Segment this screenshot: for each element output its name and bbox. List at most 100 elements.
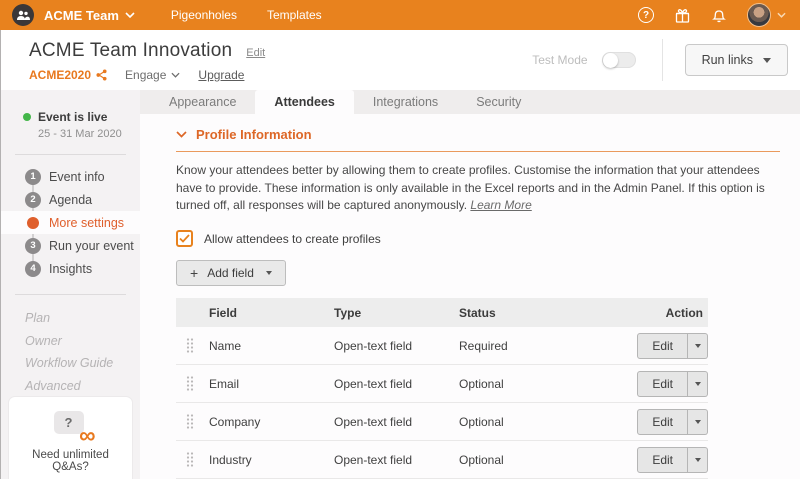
sidebar-item-advanced[interactable]: Advanced bbox=[25, 375, 140, 398]
event-status-label: Event is live bbox=[38, 110, 108, 124]
event-stepper: 1 Event info 2 Agenda More settings 3 Ru… bbox=[1, 165, 140, 280]
sidebar-item-workflow-guide[interactable]: Workflow Guide bbox=[25, 352, 140, 375]
sidebar-item-plan[interactable]: Plan bbox=[25, 307, 140, 330]
tab-security[interactable]: Security bbox=[457, 90, 540, 114]
team-name[interactable]: ACME Team bbox=[44, 8, 119, 23]
step-number: 2 bbox=[25, 191, 41, 208]
event-header: ACME Team Innovation Edit ACME2020 Engag… bbox=[0, 30, 800, 90]
tab-attendees[interactable]: Attendees bbox=[255, 90, 354, 115]
profile-information-section-header[interactable]: Profile Information bbox=[176, 127, 780, 153]
edit-split-button: Edit bbox=[637, 446, 708, 473]
tab-appearance[interactable]: Appearance bbox=[150, 90, 255, 114]
column-header-action: Action bbox=[665, 305, 703, 320]
share-icon[interactable] bbox=[96, 69, 107, 81]
field-name: Email bbox=[209, 376, 240, 391]
engage-dropdown[interactable]: Engage bbox=[125, 68, 180, 82]
promo-label: Need unlimited Q&As? bbox=[32, 449, 109, 473]
infinity-icon: ∞ bbox=[79, 422, 96, 448]
test-mode-toggle[interactable] bbox=[601, 52, 636, 68]
edit-button[interactable]: Edit bbox=[637, 370, 688, 397]
edit-button[interactable]: Edit bbox=[637, 332, 688, 359]
step-label: Agenda bbox=[49, 192, 93, 207]
tab-content: Profile Information Know your attendees … bbox=[140, 114, 800, 479]
sidebar-item-run-your-event[interactable]: 3 Run your event bbox=[1, 234, 140, 257]
column-header-field: Field bbox=[209, 305, 238, 320]
sidebar: Event is live 25 - 31 Mar 2020 1 Event i… bbox=[0, 90, 140, 479]
upgrade-link[interactable]: Upgrade bbox=[198, 68, 244, 82]
add-field-caret-icon bbox=[265, 271, 272, 275]
step-label: More settings bbox=[49, 215, 125, 230]
settings-tabs: Appearance Attendees Integrations Securi… bbox=[140, 90, 800, 115]
edit-button[interactable]: Edit bbox=[637, 408, 688, 435]
checkmark-icon bbox=[179, 234, 190, 243]
user-menu[interactable] bbox=[747, 3, 786, 27]
gift-icon[interactable] bbox=[674, 7, 691, 24]
step-number: 1 bbox=[25, 168, 41, 185]
header-divider bbox=[661, 39, 663, 81]
bell-icon[interactable] bbox=[711, 7, 727, 24]
top-nav: Pigeonholes Templates bbox=[171, 8, 322, 22]
step-active-dot bbox=[27, 216, 39, 229]
field-status: Required bbox=[459, 338, 508, 353]
allow-profiles-checkbox[interactable] bbox=[176, 230, 193, 247]
live-status-dot bbox=[23, 113, 31, 121]
field-name: Industry bbox=[209, 452, 252, 467]
run-links-label: Run links bbox=[701, 53, 753, 67]
run-links-button[interactable]: Run links bbox=[684, 44, 788, 76]
engage-chevron-down-icon bbox=[171, 72, 180, 78]
help-icon[interactable]: ? bbox=[638, 7, 654, 23]
sidebar-divider bbox=[15, 154, 126, 155]
test-mode-label: Test Mode bbox=[532, 53, 588, 67]
sidebar-item-event-info[interactable]: 1 Event info bbox=[1, 165, 140, 188]
edit-caret-icon bbox=[694, 457, 701, 462]
event-code[interactable]: ACME2020 bbox=[29, 68, 107, 82]
section-title: Profile Information bbox=[196, 127, 312, 143]
team-avatar-icon[interactable] bbox=[12, 4, 34, 26]
table-row: Email Open-text field Optional Edit bbox=[176, 365, 708, 403]
edit-dropdown-button[interactable] bbox=[688, 332, 708, 359]
add-field-button[interactable]: + Add field bbox=[176, 260, 286, 286]
engage-label: Engage bbox=[125, 68, 167, 82]
sidebar-item-owner[interactable]: Owner bbox=[25, 330, 140, 353]
plus-icon: + bbox=[190, 265, 199, 281]
edit-caret-icon bbox=[694, 419, 701, 424]
team-chevron-down-icon[interactable] bbox=[125, 12, 135, 18]
table-header: Field Type Status Action bbox=[176, 298, 708, 327]
edit-dropdown-button[interactable] bbox=[688, 370, 708, 397]
edit-dropdown-button[interactable] bbox=[688, 446, 708, 473]
sidebar-item-agenda[interactable]: 2 Agenda bbox=[1, 188, 140, 211]
event-status: Event is live 25 - 31 Mar 2020 bbox=[1, 90, 140, 140]
drag-handle[interactable] bbox=[176, 375, 209, 392]
edit-split-button: Edit bbox=[637, 408, 708, 435]
edit-dropdown-button[interactable] bbox=[688, 408, 708, 435]
step-label: Insights bbox=[49, 261, 93, 276]
edit-split-button: Edit bbox=[637, 332, 708, 359]
top-bar-right: ? bbox=[638, 3, 786, 27]
header-right: Test Mode Run links bbox=[532, 39, 788, 81]
edit-title-link[interactable]: Edit bbox=[246, 47, 265, 59]
drag-handle[interactable] bbox=[176, 337, 209, 354]
field-status: Optional bbox=[459, 376, 504, 391]
upgrade-promo-card[interactable]: ? ∞ Need unlimited Q&As? bbox=[9, 397, 132, 479]
sidebar-item-insights[interactable]: 4 Insights bbox=[1, 257, 140, 280]
nav-pigeonholes[interactable]: Pigeonholes bbox=[171, 8, 237, 22]
event-title-block: ACME Team Innovation Edit ACME2020 Engag… bbox=[29, 38, 265, 82]
event-code-label: ACME2020 bbox=[29, 68, 92, 82]
edit-caret-icon bbox=[694, 381, 701, 386]
edit-caret-icon bbox=[694, 343, 701, 348]
user-avatar[interactable] bbox=[747, 3, 771, 27]
drag-handle[interactable] bbox=[176, 413, 209, 430]
nav-templates[interactable]: Templates bbox=[267, 8, 322, 22]
field-status: Optional bbox=[459, 452, 504, 467]
top-bar: ACME Team Pigeonholes Templates ? bbox=[0, 0, 800, 30]
allow-profiles-label: Allow attendees to create profiles bbox=[204, 231, 381, 246]
field-type: Open-text field bbox=[334, 414, 413, 429]
tab-integrations[interactable]: Integrations bbox=[354, 90, 457, 114]
people-icon bbox=[17, 10, 30, 20]
sidebar-secondary-nav: Plan Owner Workflow Guide Advanced bbox=[1, 307, 140, 397]
sidebar-item-more-settings[interactable]: More settings bbox=[1, 211, 140, 234]
drag-handle[interactable] bbox=[176, 451, 209, 468]
edit-button[interactable]: Edit bbox=[637, 446, 688, 473]
learn-more-link[interactable]: Learn More bbox=[470, 198, 531, 212]
table-row: Name Open-text field Required Edit bbox=[176, 327, 708, 365]
